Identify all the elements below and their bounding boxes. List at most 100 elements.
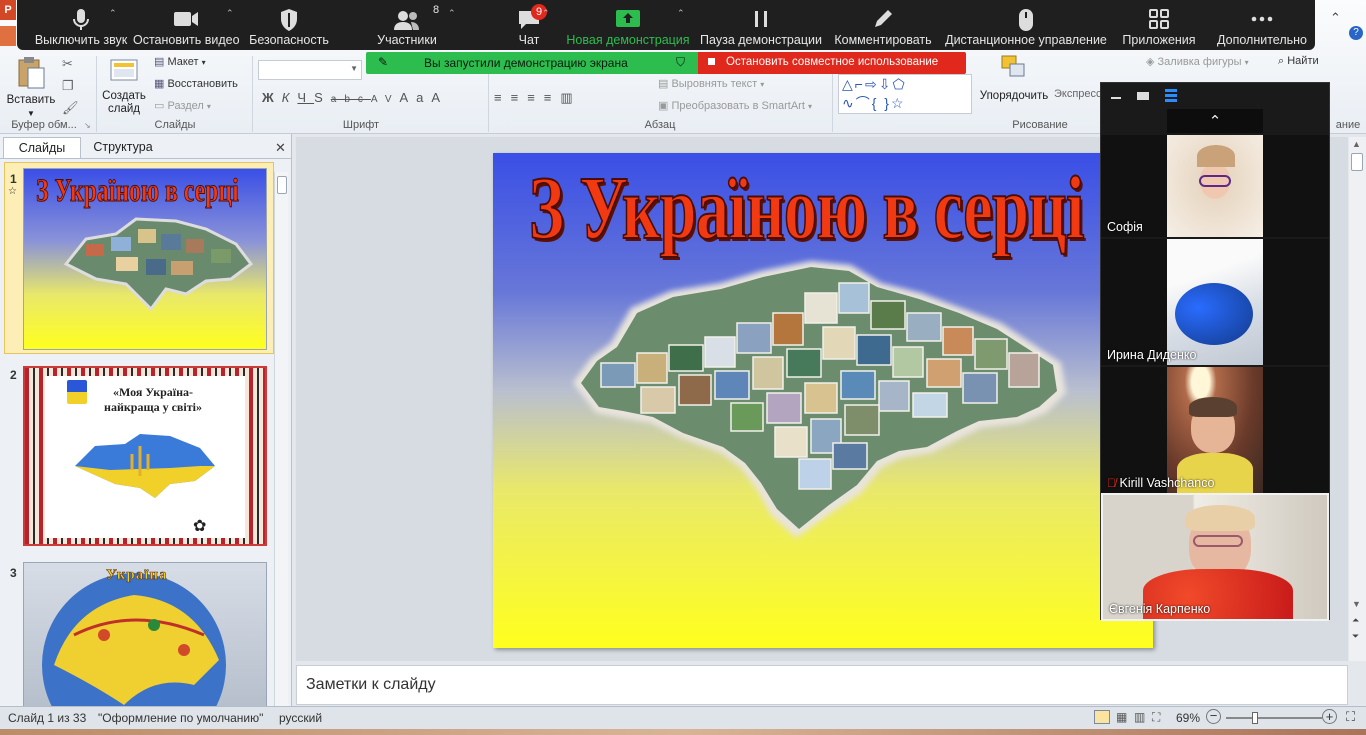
- more-button[interactable]: Дополнительно: [1211, 0, 1313, 50]
- columns-icon[interactable]: ▥: [560, 90, 581, 105]
- font-format-buttons: ЖКЧSabcAVAaA: [262, 90, 448, 105]
- participant-tile-3[interactable]: 🎙̸ Kirill Vashchanco: [1101, 367, 1329, 493]
- arrow-down-shape-icon: ⇩: [878, 76, 893, 92]
- participants-button[interactable]: 8 Участники: [357, 0, 457, 50]
- font-name-select[interactable]: ▼: [258, 60, 362, 80]
- tab-slides[interactable]: Слайды: [3, 137, 81, 158]
- cut-icon[interactable]: ✂: [62, 56, 73, 72]
- more-label: Дополнительно: [1217, 33, 1307, 47]
- thumbnail-view-icon[interactable]: [1137, 92, 1149, 100]
- shapes-gallery[interactable]: △⌐⇨⇩⬠ ∿⌒{ }☆: [838, 74, 972, 114]
- mute-button[interactable]: Выключить звук: [25, 0, 137, 50]
- new-slide-button[interactable]: Создать слайд: [100, 56, 148, 116]
- slide-thumbnail-1[interactable]: З Україною в серці: [23, 168, 267, 350]
- notes-placeholder: Заметки к слайду: [306, 676, 436, 693]
- remote-control-button[interactable]: Дистанционное управление: [943, 0, 1109, 50]
- scroll-up-chevron-icon[interactable]: ⌃: [1167, 109, 1263, 133]
- align-center-icon[interactable]: ≡: [511, 90, 528, 105]
- apps-button[interactable]: Приложения: [1117, 0, 1201, 50]
- slides-panel-scrollbar[interactable]: [274, 172, 288, 706]
- justify-icon[interactable]: ≡: [544, 90, 561, 105]
- more-icon: [1251, 16, 1273, 22]
- ukraine-photo-collage-map[interactable]: [561, 253, 1081, 553]
- dialog-launcher-icon[interactable]: ↘: [84, 121, 91, 130]
- align-buttons: ≡≡≡≡▥: [494, 90, 582, 106]
- scroll-down-icon[interactable]: ▼: [1352, 599, 1361, 609]
- security-button[interactable]: Безопасность: [243, 0, 335, 50]
- reading-view-icon[interactable]: ▥: [1134, 710, 1145, 724]
- slide-notes-field[interactable]: Заметки к слайду: [296, 665, 1348, 705]
- remote-control-label: Дистанционное управление: [945, 33, 1107, 47]
- underline-icon[interactable]: Ч: [297, 90, 314, 105]
- arrange-button[interactable]: Упорядочить: [976, 52, 1052, 103]
- language-indicator[interactable]: русский: [279, 711, 322, 725]
- participant-tile-4-active-speaker[interactable]: Євгенія Карпенко: [1101, 493, 1329, 621]
- slide-vertical-scrollbar[interactable]: ▲ ▼ ⏶ ⏷: [1349, 137, 1366, 661]
- zoom-slider-thumb[interactable]: [1252, 712, 1258, 724]
- next-slide-icon[interactable]: ⏷: [1352, 631, 1359, 642]
- italic-icon[interactable]: К: [282, 90, 298, 105]
- current-slide[interactable]: З Україною в серці: [493, 153, 1153, 648]
- copy-icon[interactable]: ❐: [62, 78, 74, 94]
- participant-tile-2[interactable]: Ирина Диденко: [1101, 239, 1329, 365]
- participants-video-panel: ⌃ Софія Ирина Диденко 🎙̸ Kirill Vashchan…: [1100, 82, 1330, 621]
- scroll-up-icon[interactable]: ▲: [1352, 139, 1361, 149]
- slideshow-view-icon[interactable]: ⛶: [1152, 710, 1160, 725]
- gallery-strip-view-icon[interactable]: [1165, 89, 1177, 103]
- strikethrough-icon[interactable]: abc: [331, 94, 371, 105]
- pin-icon[interactable]: ✎: [378, 55, 388, 69]
- chevron-up-icon[interactable]: ⌃: [542, 8, 550, 19]
- close-panel-icon[interactable]: ✕: [275, 140, 286, 156]
- help-icon[interactable]: ?: [1349, 26, 1363, 40]
- status-bar: Слайд 1 из 33 "Оформление по умолчанию" …: [0, 706, 1366, 729]
- chat-button[interactable]: 9 Чат: [489, 0, 569, 50]
- shape-fill-button[interactable]: ◈ Заливка фигуры ▾: [1146, 55, 1249, 68]
- zoom-level[interactable]: 69%: [1176, 711, 1200, 725]
- theme-name[interactable]: "Оформление по умолчанию": [98, 711, 263, 725]
- slide-thumbnail-3[interactable]: Україна: [23, 562, 267, 706]
- chevron-up-icon[interactable]: ⌃: [448, 8, 456, 19]
- section-button[interactable]: ▭ Раздел ▾: [154, 99, 211, 112]
- find-button[interactable]: ⌕ Найти: [1278, 55, 1319, 68]
- chevron-up-icon[interactable]: ⌃: [109, 8, 117, 19]
- stop-share-button[interactable]: Остановить совместное использование: [698, 52, 966, 74]
- scroll-thumb[interactable]: [1351, 153, 1363, 171]
- quick-styles-button[interactable]: Экспресс: [1054, 88, 1102, 100]
- minimize-ribbon-icon[interactable]: ⌃: [1330, 10, 1341, 26]
- tab-outline[interactable]: Структура: [83, 137, 163, 158]
- powerpoint-app-icon[interactable]: P: [0, 0, 16, 20]
- chevron-up-icon[interactable]: ⌃: [677, 8, 685, 19]
- previous-slide-icon[interactable]: ⏶: [1352, 615, 1359, 626]
- slide-sorter-view-icon[interactable]: ▦: [1116, 710, 1127, 724]
- format-painter-icon[interactable]: 🖌: [62, 100, 79, 116]
- align-right-icon[interactable]: ≡: [527, 90, 544, 105]
- align-left-icon[interactable]: ≡: [494, 90, 511, 105]
- zoom-out-icon[interactable]: −: [1206, 709, 1221, 724]
- font-color-icon[interactable]: A: [431, 90, 448, 105]
- chevron-up-icon[interactable]: ⌃: [226, 8, 234, 19]
- microphone-muted-icon: 🎙̸: [1107, 476, 1116, 490]
- stop-video-button[interactable]: Остановить видео: [133, 0, 240, 50]
- participant-tile-1[interactable]: Софія: [1101, 135, 1329, 237]
- case-icon[interactable]: Aa: [400, 90, 432, 105]
- slide-thumbnail-2[interactable]: «Моя Україна-найкраща у світі» ✿: [23, 366, 267, 546]
- slide-number-2: 2: [10, 368, 17, 382]
- quick-access-icon[interactable]: [0, 26, 16, 46]
- pause-share-button[interactable]: Пауза демонстрации: [699, 0, 823, 50]
- bold-icon[interactable]: Ж: [262, 90, 282, 105]
- align-text-button[interactable]: ▤ Выровнять текст ▾: [658, 77, 764, 90]
- annotate-button[interactable]: Комментировать: [829, 0, 937, 50]
- shadow-icon[interactable]: S: [314, 90, 331, 105]
- slide-title[interactable]: З Україною в серці: [528, 157, 1085, 260]
- smartart-button[interactable]: ▣ Преобразовать в SmartArt ▾: [658, 99, 812, 112]
- fit-to-window-icon[interactable]: ⛶: [1346, 709, 1355, 725]
- zoom-slider[interactable]: [1226, 712, 1322, 724]
- spacing-icon[interactable]: AV: [371, 94, 400, 105]
- minimize-view-icon[interactable]: [1111, 97, 1121, 99]
- layout-button[interactable]: ▤ Макет ▾: [154, 55, 206, 68]
- paste-button[interactable]: Вставить ▼: [4, 56, 58, 120]
- new-share-button[interactable]: Новая демонстрация: [565, 0, 691, 50]
- reset-button[interactable]: ▦ Восстановить: [154, 77, 238, 90]
- zoom-in-icon[interactable]: +: [1322, 709, 1337, 724]
- normal-view-icon[interactable]: [1094, 710, 1110, 724]
